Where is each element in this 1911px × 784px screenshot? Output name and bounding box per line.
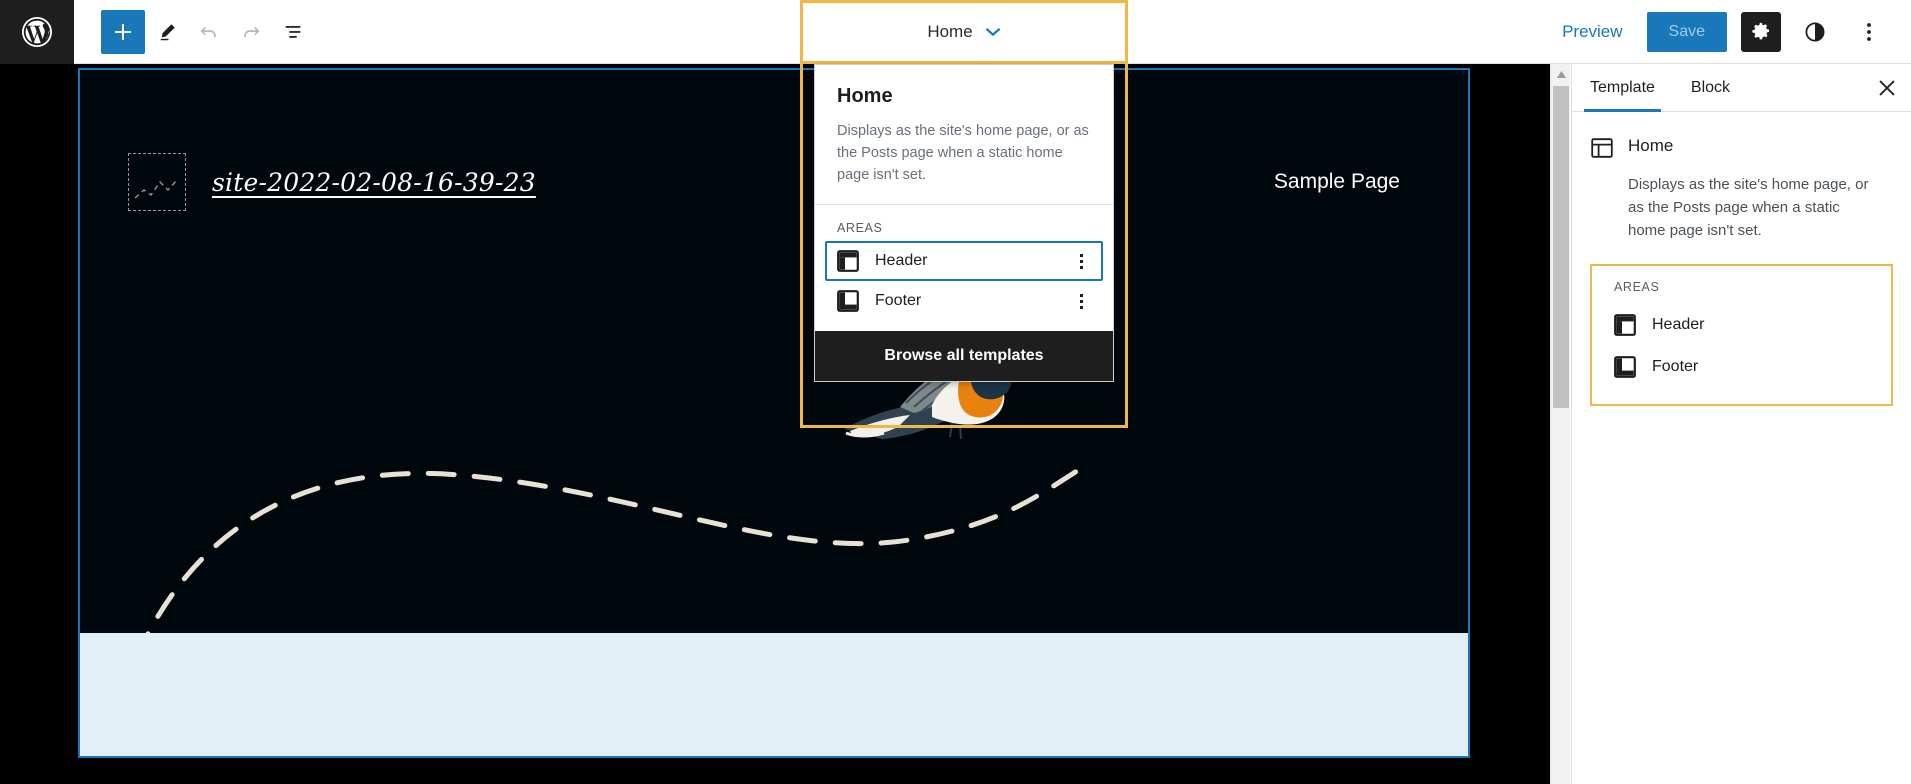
dropdown-description: Displays as the site's home page, or as … xyxy=(837,123,1089,183)
scroll-up-arrow-glyph xyxy=(1556,70,1566,78)
sidebar-template-name: Home xyxy=(1628,136,1674,155)
site-branding: site-2022-02-08-16-39-23 xyxy=(128,153,536,211)
dropdown-area-header[interactable]: Header xyxy=(825,241,1103,281)
sidebar-area-footer[interactable]: Footer xyxy=(1600,346,1883,388)
document-title-highlight: Home xyxy=(800,0,1128,64)
canvas-scrollbar[interactable] xyxy=(1550,64,1570,784)
editor-app: site-2022-02-08-16-39-23 Sample Page Hom… xyxy=(0,0,1911,784)
list-view-button[interactable] xyxy=(273,12,313,52)
toolbar-right-group: Preview Save xyxy=(1552,0,1889,64)
editor-canvas[interactable]: site-2022-02-08-16-39-23 Sample Page xyxy=(0,64,1570,784)
header-layout-icon xyxy=(1614,314,1636,336)
image-placeholder-glyph xyxy=(134,179,178,199)
template-dropdown-panel: Home Displays as the site's home page, o… xyxy=(814,64,1114,382)
preview-button[interactable]: Preview xyxy=(1552,14,1632,50)
editor-toolbar: Home Preview Save xyxy=(0,0,1911,64)
dropdown-area-header-label: Header xyxy=(875,252,928,269)
sidebar-areas-label: AREAS xyxy=(1614,280,1660,294)
chevron-down-icon xyxy=(985,27,1000,37)
decorative-dashed-curve xyxy=(144,467,1082,635)
site-navigation: site-2022-02-08-16-39-23 Sample Page xyxy=(80,152,1468,212)
dropdown-areas-label: AREAS xyxy=(837,221,883,235)
ellipsis-vertical-icon xyxy=(1079,294,1083,309)
image-placeholder-icon[interactable] xyxy=(128,153,186,211)
site-title[interactable]: site-2022-02-08-16-39-23 xyxy=(212,168,536,197)
nav-link-sample-page[interactable]: Sample Page xyxy=(1274,170,1400,194)
scrollbar-thumb[interactable] xyxy=(1553,86,1569,408)
dropdown-title: Home xyxy=(837,85,893,107)
document-title-dropdown-button[interactable]: Home xyxy=(917,16,1010,48)
undo-button[interactable] xyxy=(189,12,229,52)
document-title-label: Home xyxy=(927,22,973,41)
tab-template[interactable]: Template xyxy=(1572,64,1673,112)
undo-icon xyxy=(200,26,216,37)
more-options-button[interactable] xyxy=(1849,12,1889,52)
close-icon xyxy=(1879,79,1895,96)
gear-icon xyxy=(1752,22,1769,40)
dropdown-area-footer-menu-button[interactable] xyxy=(1067,291,1095,311)
footer-layout-icon xyxy=(837,290,859,312)
wordpress-logo-glyph xyxy=(22,16,52,47)
contrast-icon xyxy=(1805,22,1825,42)
sidebar-area-header-label: Header xyxy=(1652,316,1705,333)
sidebar-template-header: Home xyxy=(1572,112,1911,165)
list-view-icon xyxy=(285,25,301,38)
add-block-button[interactable] xyxy=(101,9,145,54)
tab-block[interactable]: Block xyxy=(1673,64,1748,111)
scroll-up-arrow-icon[interactable] xyxy=(1551,64,1571,84)
pencil-icon xyxy=(160,23,175,40)
sidebar-area-header[interactable]: Header xyxy=(1600,304,1883,346)
sidebar-areas-highlight: AREAS Header Footer xyxy=(1590,264,1893,406)
dropdown-area-header-menu-button[interactable] xyxy=(1067,251,1095,271)
redo-icon xyxy=(244,26,260,37)
dropdown-area-footer-label: Footer xyxy=(875,292,922,309)
site-preview-frame[interactable]: site-2022-02-08-16-39-23 Sample Page xyxy=(78,68,1470,758)
sidebar-template-description: Displays as the site's home page, or as … xyxy=(1628,176,1869,239)
template-layout-icon xyxy=(1590,134,1614,165)
save-button[interactable]: Save xyxy=(1646,12,1727,52)
plus-icon xyxy=(115,23,131,40)
close-sidebar-button[interactable] xyxy=(1863,64,1911,111)
site-body-area[interactable] xyxy=(80,633,1468,756)
toolbar-left-group xyxy=(74,9,313,54)
ellipsis-vertical-icon xyxy=(1867,23,1871,41)
edit-tool-button[interactable] xyxy=(147,12,187,52)
dropdown-areas-list: Header Footer xyxy=(815,241,1113,331)
sidebar-tabs: Template Block xyxy=(1572,64,1911,112)
footer-layout-icon xyxy=(1614,356,1636,378)
dropdown-area-footer[interactable]: Footer xyxy=(825,281,1103,321)
ellipsis-vertical-icon xyxy=(1079,254,1083,269)
styles-button[interactable] xyxy=(1795,12,1835,52)
template-layout-glyph xyxy=(1591,138,1613,158)
header-layout-icon xyxy=(837,250,859,272)
dropdown-header: Home Displays as the site's home page, o… xyxy=(815,65,1113,205)
site-header-area[interactable]: site-2022-02-08-16-39-23 Sample Page xyxy=(80,70,1468,635)
redo-button[interactable] xyxy=(231,12,271,52)
settings-button[interactable] xyxy=(1741,12,1781,52)
settings-sidebar: Template Block Home Displays as the site… xyxy=(1571,64,1911,784)
sidebar-area-footer-label: Footer xyxy=(1652,358,1699,375)
browse-all-templates-button[interactable]: Browse all templates xyxy=(815,331,1113,381)
wordpress-logo-icon[interactable] xyxy=(0,0,74,64)
